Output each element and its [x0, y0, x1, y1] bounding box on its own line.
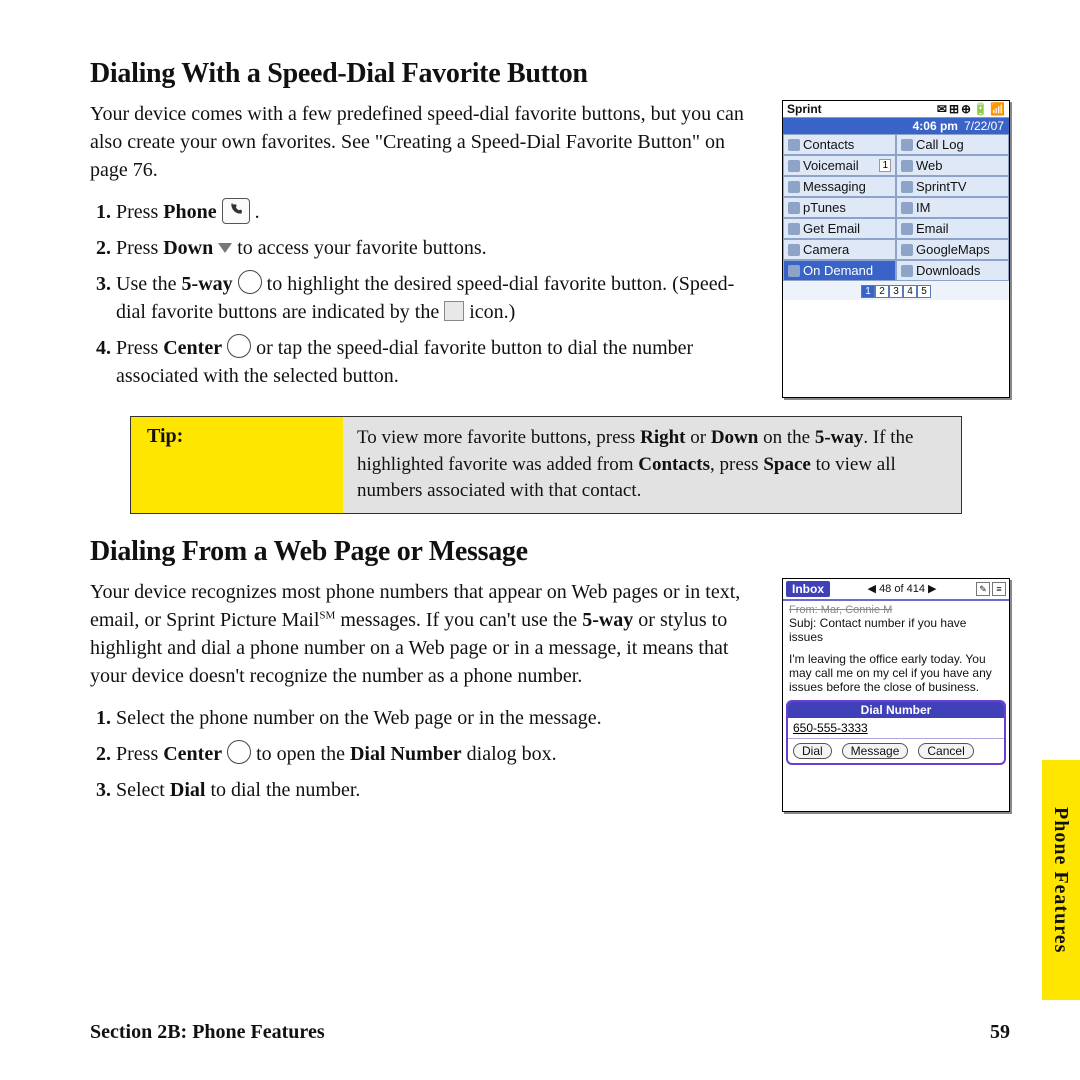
favorites-screenshot: Sprint ✉⊞⊕🔋📶 4:06 pm 7/22/07 Contacts Cal…: [782, 100, 1010, 398]
step-web-1: Select the phone number on the Web page …: [116, 704, 754, 732]
heading-speed-dial: Dialing With a Speed-Dial Favorite Butto…: [90, 58, 1010, 90]
dial-dialog-number[interactable]: 650-555-3333: [788, 718, 1004, 739]
tip-text: To view more favorite buttons, press Rig…: [343, 417, 961, 513]
ondemand-icon: [788, 265, 800, 277]
favorites-pager[interactable]: 12345: [783, 281, 1009, 300]
im-icon: [901, 202, 913, 214]
steps-web-dial: Select the phone number on the Web page …: [90, 704, 754, 804]
msg-from: From: Mar, Connie M: [789, 604, 1003, 616]
heading-web-dial: Dialing From a Web Page or Message: [90, 536, 1010, 568]
step-web-2: Press Center to open the Dial Number dia…: [116, 740, 754, 768]
speed-dial-indicator-icon: [444, 301, 464, 321]
intro-web-dial: Your device recognizes most phone number…: [90, 578, 754, 690]
status-time: 4:06 pm: [913, 119, 958, 133]
fav-im[interactable]: IM: [896, 197, 1009, 218]
page-footer: Section 2B: Phone Features 59: [90, 1021, 1010, 1044]
step-web-3: Select Dial to dial the number.: [116, 776, 754, 804]
voicemail-icon: [788, 160, 800, 172]
message-button[interactable]: Message: [842, 743, 909, 759]
msg-subject: Subj: Contact number if you have issues: [789, 616, 1003, 644]
messaging-icon: [788, 181, 800, 193]
fav-email[interactable]: Email: [896, 218, 1009, 239]
contacts-icon: [788, 139, 800, 151]
footer-section: Section 2B: Phone Features: [90, 1021, 325, 1044]
calllog-icon: [901, 139, 913, 151]
downloads-icon: [901, 265, 913, 277]
maps-icon: [901, 244, 913, 256]
step-4: Press Center or tap the speed-dial favor…: [116, 334, 754, 390]
step-2: Press Down to access your favorite butto…: [116, 234, 754, 262]
phone-key-icon: [222, 198, 250, 224]
dial-number-screenshot: Inbox ◀ 48 of 414 ▶ ✎≡ From: Mar, Connie…: [782, 578, 1010, 812]
edit-icon[interactable]: ✎: [976, 582, 990, 596]
fav-ptunes[interactable]: pTunes: [783, 197, 896, 218]
favorites-grid: Contacts Call Log Voicemail1 Web Messagi…: [783, 134, 1009, 281]
step-1: Press Phone .: [116, 198, 754, 226]
camera-icon: [788, 244, 800, 256]
fav-camera[interactable]: Camera: [783, 239, 896, 260]
cancel-button[interactable]: Cancel: [918, 743, 973, 759]
tip-label: Tip:: [131, 417, 343, 513]
center-key-icon: [227, 740, 251, 764]
status-date: 7/22/07: [964, 119, 1004, 133]
ptunes-icon: [788, 202, 800, 214]
dial-dialog-title: Dial Number: [788, 702, 1004, 718]
fav-on-demand[interactable]: On Demand: [783, 260, 896, 281]
steps-speed-dial: Press Phone . Press Down to access your …: [90, 198, 754, 390]
sprinttv-icon: [901, 181, 913, 193]
fav-sprinttv[interactable]: SprintTV: [896, 176, 1009, 197]
fav-downloads[interactable]: Downloads: [896, 260, 1009, 281]
down-arrow-icon: [218, 243, 232, 253]
center-key-icon: [227, 334, 251, 358]
fav-googlemaps[interactable]: GoogleMaps: [896, 239, 1009, 260]
side-tab: Phone Features: [1042, 760, 1080, 1000]
fav-messaging[interactable]: Messaging: [783, 176, 896, 197]
carrier-label: Sprint: [787, 102, 822, 116]
fav-call-log[interactable]: Call Log: [896, 134, 1009, 155]
tip-box: Tip: To view more favorite buttons, pres…: [130, 416, 962, 514]
fav-get-email[interactable]: Get Email: [783, 218, 896, 239]
msg-body: I'm leaving the office early today. You …: [789, 652, 1003, 694]
menu-icon[interactable]: ≡: [992, 582, 1006, 596]
status-icons: ✉⊞⊕🔋📶: [935, 102, 1005, 116]
message-nav-icons[interactable]: ✎≡: [974, 581, 1006, 596]
getemail-icon: [788, 223, 800, 235]
footer-page-number: 59: [990, 1021, 1010, 1044]
message-counter: ◀ 48 of 414 ▶: [868, 582, 937, 595]
inbox-dropdown[interactable]: Inbox: [786, 581, 830, 597]
fav-contacts[interactable]: Contacts: [783, 134, 896, 155]
five-way-icon: [238, 270, 262, 294]
intro-speed-dial: Your device comes with a few predefined …: [90, 100, 754, 184]
email-icon: [901, 223, 913, 235]
step-3: Use the 5-way to highlight the desired s…: [116, 270, 754, 326]
dial-number-dialog: Dial Number 650-555-3333 Dial Message Ca…: [786, 700, 1006, 765]
fav-voicemail[interactable]: Voicemail1: [783, 155, 896, 176]
fav-web[interactable]: Web: [896, 155, 1009, 176]
dial-button[interactable]: Dial: [793, 743, 832, 759]
web-icon: [901, 160, 913, 172]
